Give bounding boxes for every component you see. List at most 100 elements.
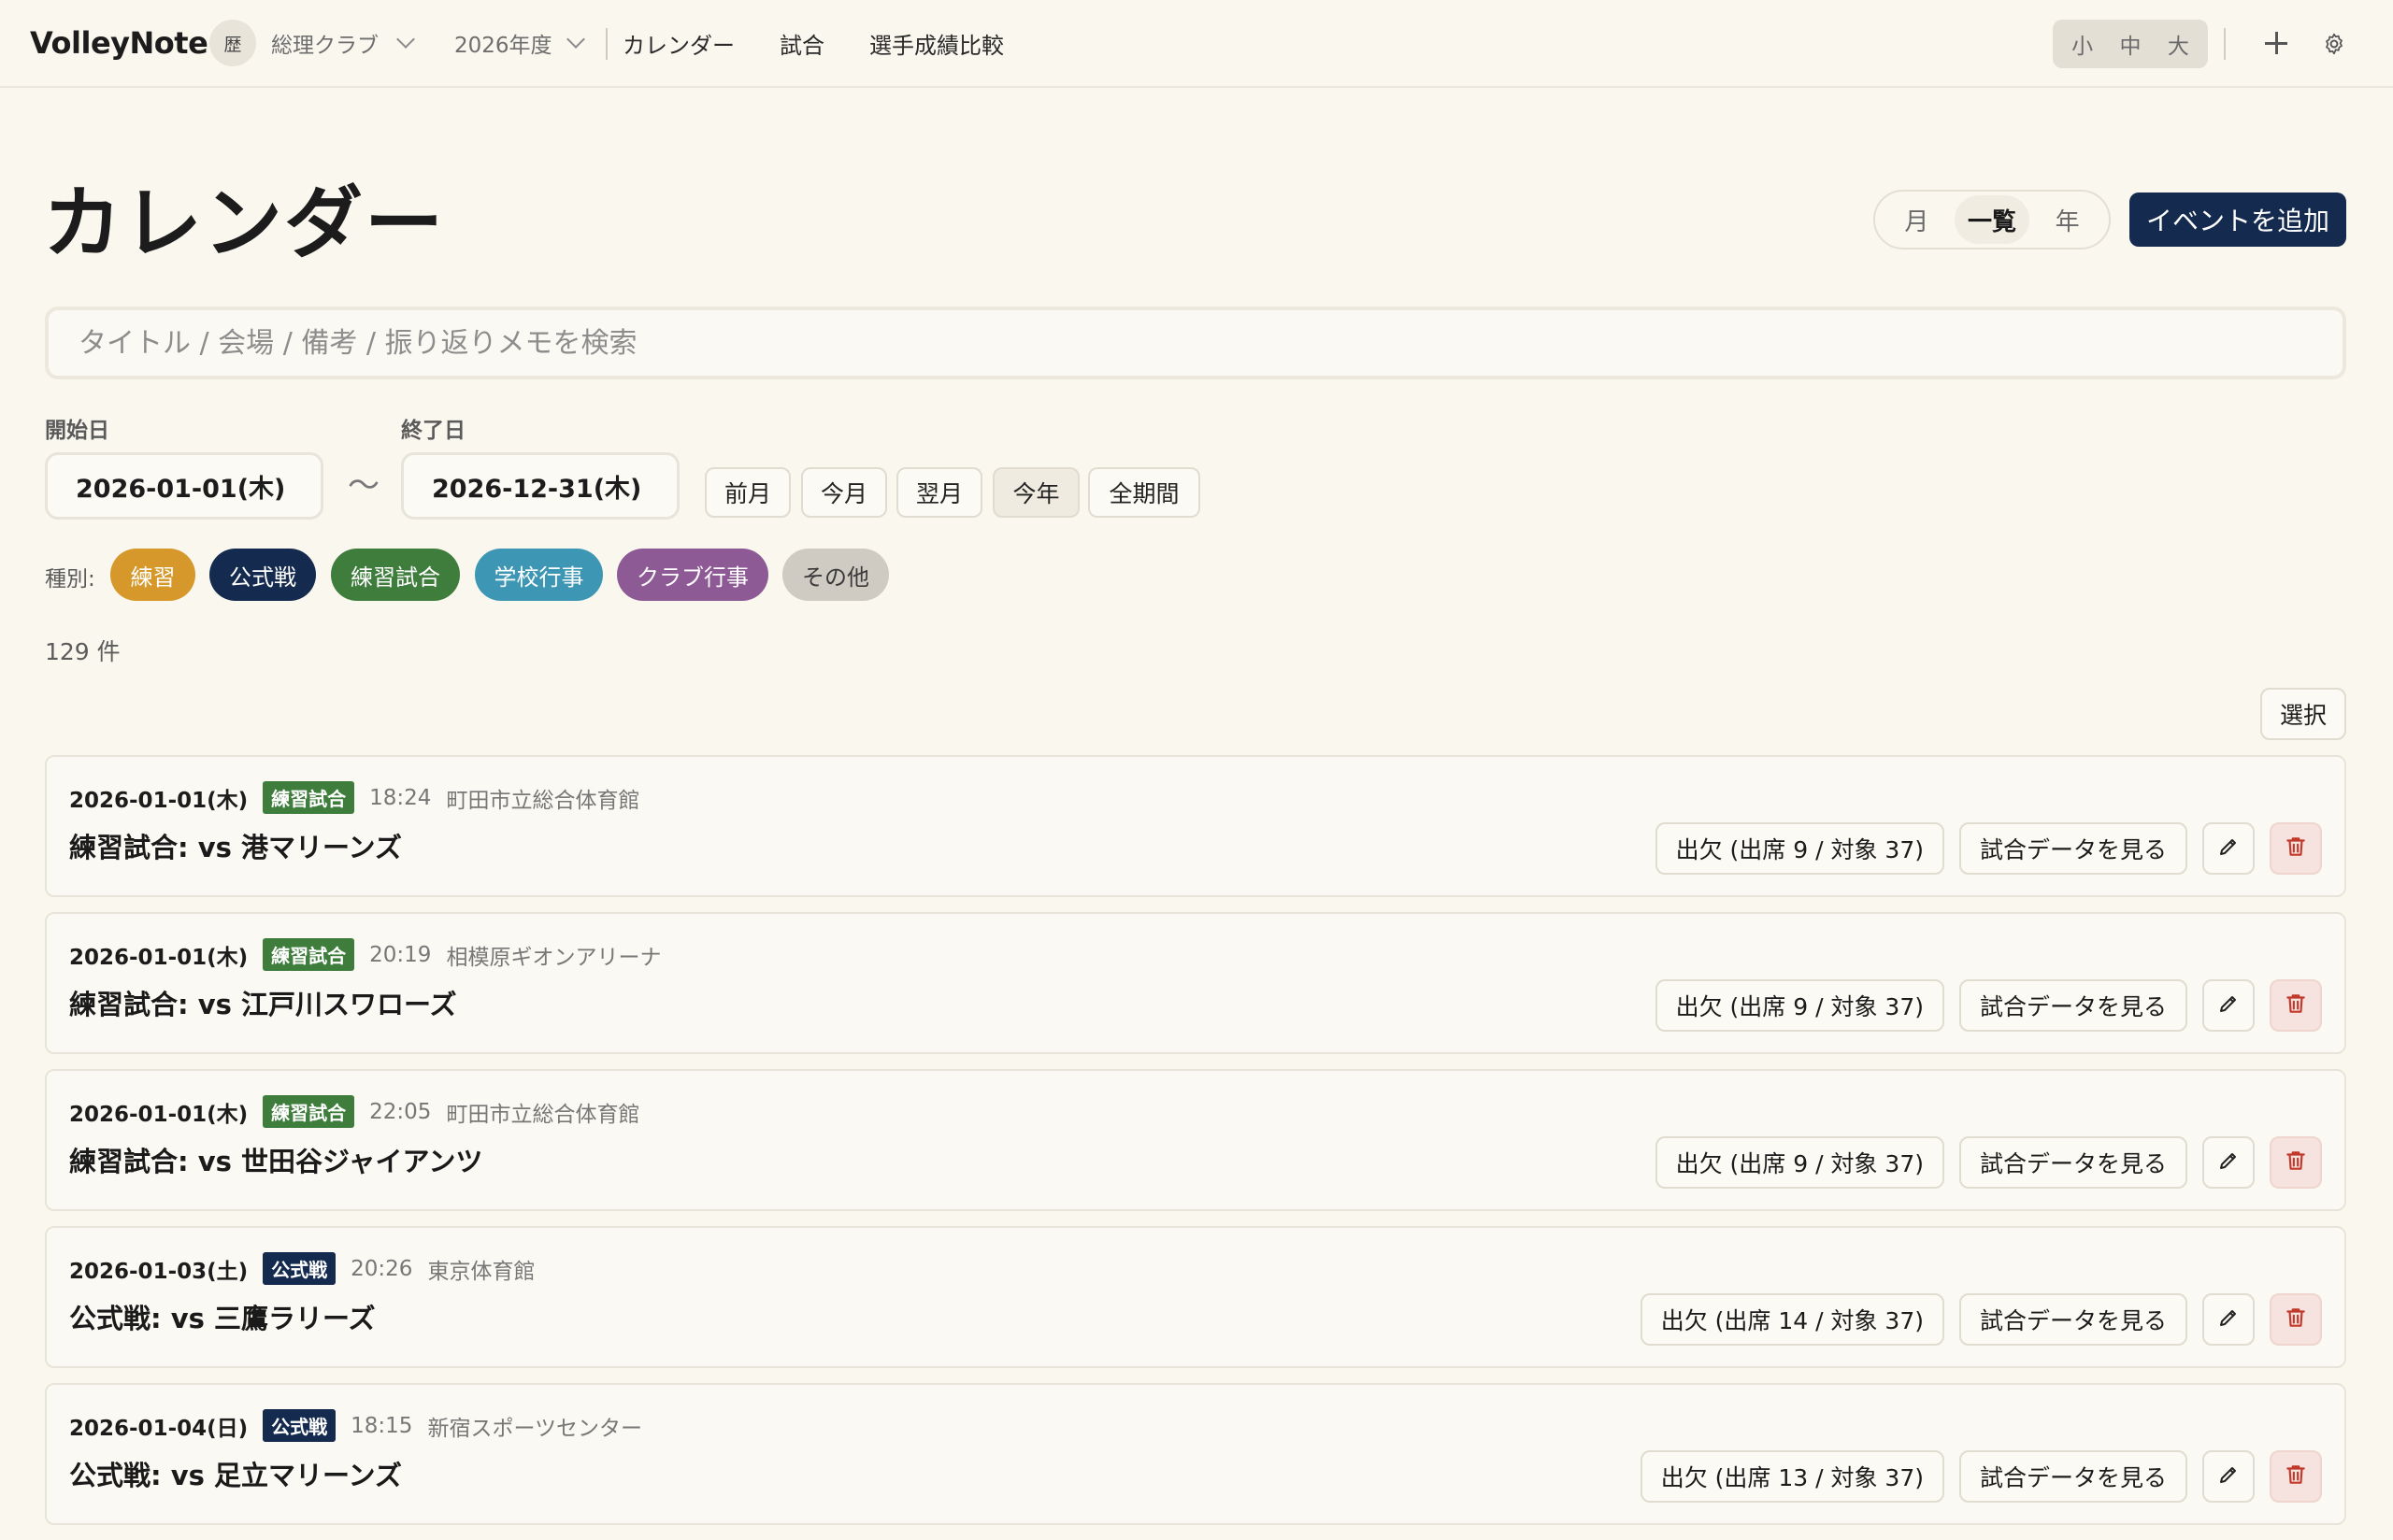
all-period-button[interactable]: 全期間 (1088, 467, 1200, 518)
event-card[interactable]: 2026-01-03(土) 公式戦 20:26 東京体育館 公式戦: vs 三鷹… (45, 1226, 2346, 1368)
pencil-icon (2217, 992, 2240, 1019)
toolbar-divider (2224, 28, 2226, 60)
event-date: 2026-01-01(木) (69, 1102, 249, 1127)
event-time: 20:19 (369, 942, 432, 967)
start-date-label: 開始日 (45, 419, 109, 443)
event-card[interactable]: 2026-01-01(木) 練習試合 20:19 相模原ギオンアリーナ 練習試合… (45, 912, 2346, 1054)
event-type-badge: 公式戦 (263, 1252, 337, 1285)
delete-button[interactable] (2270, 1136, 2322, 1189)
event-actions: 出欠 (出席 9 / 対象 37) 試合データを見る (1655, 822, 2322, 875)
event-type-badge: 練習試合 (263, 938, 355, 971)
edit-button[interactable] (2202, 1136, 2255, 1189)
edit-button[interactable] (2202, 979, 2255, 1032)
attendance-button[interactable]: 出欠 (出席 9 / 対象 37) (1655, 979, 1944, 1032)
end-date-field[interactable]: 2026-12-31(木) (401, 452, 680, 520)
event-time: 20:26 (351, 1256, 413, 1281)
trash-icon (2284, 1305, 2308, 1333)
pencil-icon (2217, 1463, 2240, 1490)
gear-icon[interactable] (2322, 32, 2346, 56)
select-button[interactable]: 選択 (2260, 688, 2346, 740)
event-time: 22:05 (369, 1099, 432, 1124)
event-venue: 町田市立総合体育館 (446, 1102, 640, 1127)
event-title[interactable]: 練習試合: vs 世田谷ジャイアンツ (69, 1140, 482, 1179)
type-chip-practice[interactable]: 練習 (110, 549, 195, 601)
event-date: 2026-01-03(土) (69, 1259, 249, 1284)
pencil-icon (2217, 1306, 2240, 1333)
event-title[interactable]: 練習試合: vs 江戸川スワローズ (69, 983, 457, 1022)
event-meta: 2026-01-01(木) 練習試合 22:05 町田市立総合体育館 (69, 1095, 639, 1128)
type-filter-label: 種別: (45, 567, 95, 592)
page-title: カレンダー (43, 178, 446, 269)
font-size-large[interactable]: 大 (2168, 28, 2189, 60)
nav-calendar[interactable]: カレンダー (623, 27, 735, 60)
view-match-data-button[interactable]: 試合データを見る (1958, 1136, 2187, 1189)
font-size-medium[interactable]: 中 (2119, 28, 2141, 60)
nav-divider (606, 28, 608, 60)
delete-button[interactable] (2270, 979, 2322, 1032)
trash-icon (2284, 1148, 2308, 1176)
event-meta: 2026-01-04(日) 公式戦 18:15 新宿スポーツセンター (69, 1409, 642, 1442)
view-match-data-button[interactable]: 試合データを見る (1958, 1293, 2187, 1346)
event-venue: 東京体育館 (427, 1259, 536, 1284)
attendance-button[interactable]: 出欠 (出席 9 / 対象 37) (1655, 822, 1944, 875)
event-title[interactable]: 公式戦: vs 足立マリーンズ (69, 1454, 402, 1493)
view-match-data-button[interactable]: 試合データを見る (1958, 822, 2187, 875)
nav-player-comparison[interactable]: 選手成績比較 (869, 27, 1004, 60)
font-size-switcher: 小 中 大 (2053, 20, 2208, 68)
edit-button[interactable] (2202, 822, 2255, 875)
type-chip-school-event[interactable]: 学校行事 (475, 549, 603, 601)
pencil-icon (2217, 1149, 2240, 1176)
event-actions: 出欠 (出席 9 / 対象 37) 試合データを見る (1655, 979, 2322, 1032)
this-year-button[interactable]: 今年 (993, 467, 1080, 518)
nav-matches[interactable]: 試合 (780, 27, 824, 60)
event-time: 18:15 (351, 1413, 413, 1438)
chevron-down-icon (566, 30, 585, 49)
type-chip-other[interactable]: その他 (782, 549, 889, 601)
view-list[interactable]: 一覧 (1954, 195, 2030, 244)
brand-logo[interactable]: VolleyNote (30, 25, 208, 61)
delete-button[interactable] (2270, 1293, 2322, 1346)
event-title[interactable]: 練習試合: vs 港マリーンズ (69, 826, 402, 865)
event-meta: 2026-01-01(木) 練習試合 18:24 町田市立総合体育館 (69, 781, 639, 814)
attendance-button[interactable]: 出欠 (出席 14 / 対象 37) (1640, 1293, 1944, 1346)
event-card[interactable]: 2026-01-04(日) 公式戦 18:15 新宿スポーツセンター 公式戦: … (45, 1383, 2346, 1525)
search-input[interactable] (45, 307, 2346, 379)
club-avatar: 歴 (209, 20, 256, 66)
view-match-data-button[interactable]: 試合データを見る (1958, 979, 2187, 1032)
add-event-button[interactable]: イベントを追加 (2129, 192, 2346, 247)
club-selector[interactable]: 歴 総理クラブ (209, 20, 415, 66)
type-chip-club-event[interactable]: クラブ行事 (617, 549, 768, 601)
font-size-small[interactable]: 小 (2071, 28, 2093, 60)
event-list: 2026-01-01(木) 練習試合 18:24 町田市立総合体育館 練習試合:… (45, 755, 2346, 1540)
delete-button[interactable] (2270, 822, 2322, 875)
event-actions: 出欠 (出席 9 / 対象 37) 試合データを見る (1655, 1136, 2322, 1189)
type-chip-official[interactable]: 公式戦 (209, 549, 316, 601)
event-card[interactable]: 2026-01-01(木) 練習試合 22:05 町田市立総合体育館 練習試合:… (45, 1069, 2346, 1211)
event-meta: 2026-01-01(木) 練習試合 20:19 相模原ギオンアリーナ (69, 938, 661, 971)
this-month-button[interactable]: 今月 (801, 467, 887, 518)
event-meta: 2026-01-03(土) 公式戦 20:26 東京体育館 (69, 1252, 535, 1285)
prev-month-button[interactable]: 前月 (705, 467, 791, 518)
event-card[interactable]: 2026-01-01(木) 練習試合 18:24 町田市立総合体育館 練習試合:… (45, 755, 2346, 897)
view-mode-toggle: 月 一覧 年 (1873, 190, 2111, 250)
top-bar: VolleyNote 歴 総理クラブ 2026年度 カレンダー 試合 選手成績比… (0, 0, 2393, 88)
attendance-button[interactable]: 出欠 (出席 9 / 対象 37) (1655, 1136, 1944, 1189)
event-type-badge: 練習試合 (263, 781, 355, 814)
range-separator: 〜 (348, 467, 380, 505)
pencil-icon (2217, 835, 2240, 862)
event-venue: 町田市立総合体育館 (446, 788, 640, 813)
start-date-field[interactable]: 2026-01-01(木) (45, 452, 323, 520)
type-chip-practice-match[interactable]: 練習試合 (331, 549, 460, 601)
club-name: 総理クラブ (271, 34, 379, 58)
edit-button[interactable] (2202, 1293, 2255, 1346)
view-year[interactable]: 年 (2029, 195, 2105, 244)
event-date: 2026-01-04(日) (69, 1416, 249, 1441)
event-title[interactable]: 公式戦: vs 三鷹ラリーズ (69, 1297, 376, 1336)
view-month[interactable]: 月 (1879, 195, 1955, 244)
main-nav: カレンダー 試合 選手成績比較 (623, 27, 1004, 60)
next-month-button[interactable]: 翌月 (896, 467, 982, 518)
event-type-badge: 練習試合 (263, 1095, 355, 1128)
event-date: 2026-01-01(木) (69, 945, 249, 970)
plus-icon[interactable] (2263, 30, 2289, 56)
season-selector[interactable]: 2026年度 (454, 27, 585, 59)
